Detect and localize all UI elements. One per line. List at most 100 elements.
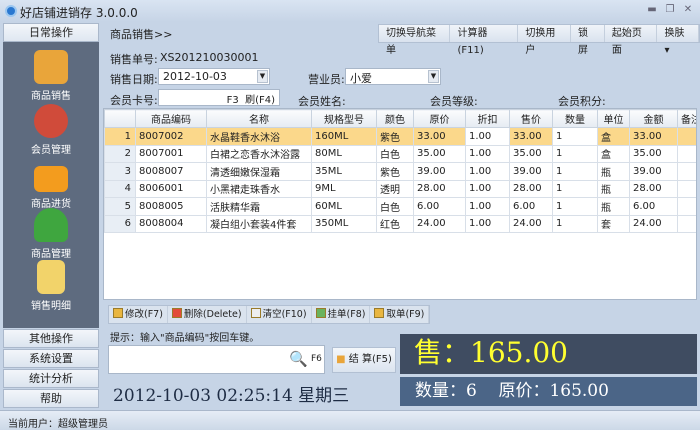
table-cell[interactable]: 8006001 [135,179,207,198]
card-input[interactable]: F3 刷(F4) [158,89,280,106]
table-cell[interactable]: 35.00 [629,144,678,163]
row-header[interactable]: 3 [104,162,136,181]
table-cell[interactable]: 透明 [376,179,414,198]
column-header[interactable]: 名称 [206,109,312,128]
table-cell[interactable]: 1.00 [465,162,510,181]
table-cell[interactable]: 白色 [376,144,414,163]
row-header[interactable]: 2 [104,144,136,163]
table-cell[interactable]: 盒 [597,127,630,146]
table-cell[interactable] [677,144,696,163]
table-cell[interactable]: 39.00 [413,162,466,181]
table-cell[interactable]: 24.00 [413,214,466,233]
calculator-button[interactable]: 计算器(F11) [450,25,519,56]
table-cell[interactable]: 6.00 [509,197,553,216]
clear-button[interactable]: 清空(F10) [247,306,312,323]
row-header[interactable]: 6 [104,214,136,233]
table-cell[interactable]: 瓶 [597,179,630,198]
clerk-select[interactable]: 小爱 ▼ [345,68,441,85]
barcode-input[interactable]: 🔍 F6 [108,345,325,374]
sidebar-header-daily[interactable]: 日常操作 [3,23,99,42]
column-header[interactable]: 规格型号 [311,109,377,128]
table-cell[interactable]: 24.00 [629,214,678,233]
column-header[interactable]: 颜色 [376,109,414,128]
delete-button[interactable]: 删除(Delete) [168,306,247,323]
table-cell[interactable]: 1 [552,214,598,233]
column-header[interactable]: 折扣 [465,109,510,128]
column-header[interactable]: 售价 [509,109,553,128]
table-cell[interactable]: 白裙之恋香水沐浴露 [206,144,312,163]
section-other[interactable]: 其他操作 [3,329,99,348]
nav-item-sales[interactable]: 商品销售 [3,50,99,102]
sales-grid[interactable]: 商品编码名称规格型号颜色原价折扣售价数量单位金额备注 18007002水晶鞋香水… [103,108,697,300]
table-cell[interactable]: 39.00 [509,162,553,181]
home-page-button[interactable]: 起始页面 [605,25,658,56]
nav-item-members[interactable]: 会员管理 [3,104,99,156]
table-cell[interactable]: 1.00 [465,214,510,233]
chevron-down-icon[interactable]: ▼ [428,70,439,83]
table-cell[interactable]: 60ML [311,197,377,216]
table-cell[interactable]: 1.00 [465,197,510,216]
nav-item-purchase[interactable]: 商品进货 [3,158,99,210]
hold-button[interactable]: 挂单(F8) [312,306,371,323]
table-cell[interactable]: 瓶 [597,162,630,181]
table-cell[interactable]: 80ML [311,144,377,163]
skin-button[interactable]: 换肤 ▾ [657,25,699,56]
table-cell[interactable]: 33.00 [629,127,678,146]
table-cell[interactable]: 紫色 [376,162,414,181]
table-cell[interactable]: 33.00 [413,127,466,146]
column-header[interactable]: 备注 [677,109,696,128]
restore-icon[interactable]: ❐ [663,4,677,16]
row-header[interactable]: 1 [104,127,136,146]
card-search-shortcut[interactable]: F3 [227,95,239,106]
column-header[interactable]: 数量 [552,109,598,128]
table-row[interactable]: 2 8007001 白裙之恋香水沐浴露 80ML 白色 35.00 1.00 35.00 1 盒 3… [104,144,696,163]
edit-button[interactable]: 修改(F7) [109,306,168,323]
table-cell[interactable]: 160ML [311,127,377,146]
table-cell[interactable]: 35.00 [413,144,466,163]
retrieve-button[interactable]: 取单(F9) [370,306,430,323]
table-cell[interactable]: 水晶鞋香水沐浴 [206,127,312,146]
table-cell[interactable]: 1 [552,127,598,146]
table-cell[interactable]: 1.00 [465,144,510,163]
table-cell[interactable]: 1 [552,144,598,163]
table-cell[interactable] [677,162,696,181]
table-cell[interactable]: 1 [552,162,598,181]
nav-item-products[interactable]: 商品管理 [3,208,99,260]
section-help[interactable]: 帮助 [3,389,99,408]
table-cell[interactable]: 8008004 [135,214,207,233]
table-cell[interactable] [677,197,696,216]
column-header[interactable]: 商品编码 [135,109,207,128]
table-cell[interactable] [677,127,696,146]
table-row[interactable]: 3 8008007 清透细嫩保湿霜 35ML 紫色 39.00 1.00 39.00 1 瓶 39.… [104,162,696,181]
nav-item-sales-detail[interactable]: 销售明细 [3,260,99,312]
minimize-icon[interactable]: ▬ [645,4,659,16]
table-cell[interactable]: 小黑裙走珠香水 [206,179,312,198]
table-cell[interactable]: 8008007 [135,162,207,181]
section-stats[interactable]: 统计分析 [3,369,99,388]
checkout-button[interactable]: ■ 结 算(F5) [332,347,396,373]
table-cell[interactable]: 盒 [597,144,630,163]
section-settings[interactable]: 系统设置 [3,349,99,368]
toggle-nav-button[interactable]: 切换导航菜单 [379,25,451,56]
table-cell[interactable]: 6.00 [413,197,466,216]
lock-screen-button[interactable]: 锁屏 [571,25,605,56]
table-cell[interactable]: 清透细嫩保湿霜 [206,162,312,181]
row-header[interactable]: 4 [104,179,136,198]
card-refresh-button[interactable]: 刷(F4) [245,95,275,106]
table-cell[interactable]: 套 [597,214,630,233]
table-cell[interactable]: 8007002 [135,127,207,146]
table-cell[interactable]: 活肤精华霜 [206,197,312,216]
column-header[interactable]: 单位 [597,109,630,128]
table-cell[interactable]: 瓶 [597,197,630,216]
table-cell[interactable]: 350ML [311,214,377,233]
table-cell[interactable]: 28.00 [509,179,553,198]
table-cell[interactable]: 6.00 [629,197,678,216]
table-cell[interactable]: 35ML [311,162,377,181]
date-picker[interactable]: 2012-10-03 ▼ [158,68,270,85]
table-cell[interactable]: 33.00 [509,127,553,146]
search-icon[interactable]: 🔍 [289,350,308,368]
column-header[interactable]: 原价 [413,109,466,128]
table-cell[interactable]: 9ML [311,179,377,198]
table-row[interactable]: 5 8008005 活肤精华霜 60ML 白色 6.00 1.00 6.00 1 瓶 6.00 [104,197,696,216]
table-cell[interactable]: 28.00 [413,179,466,198]
